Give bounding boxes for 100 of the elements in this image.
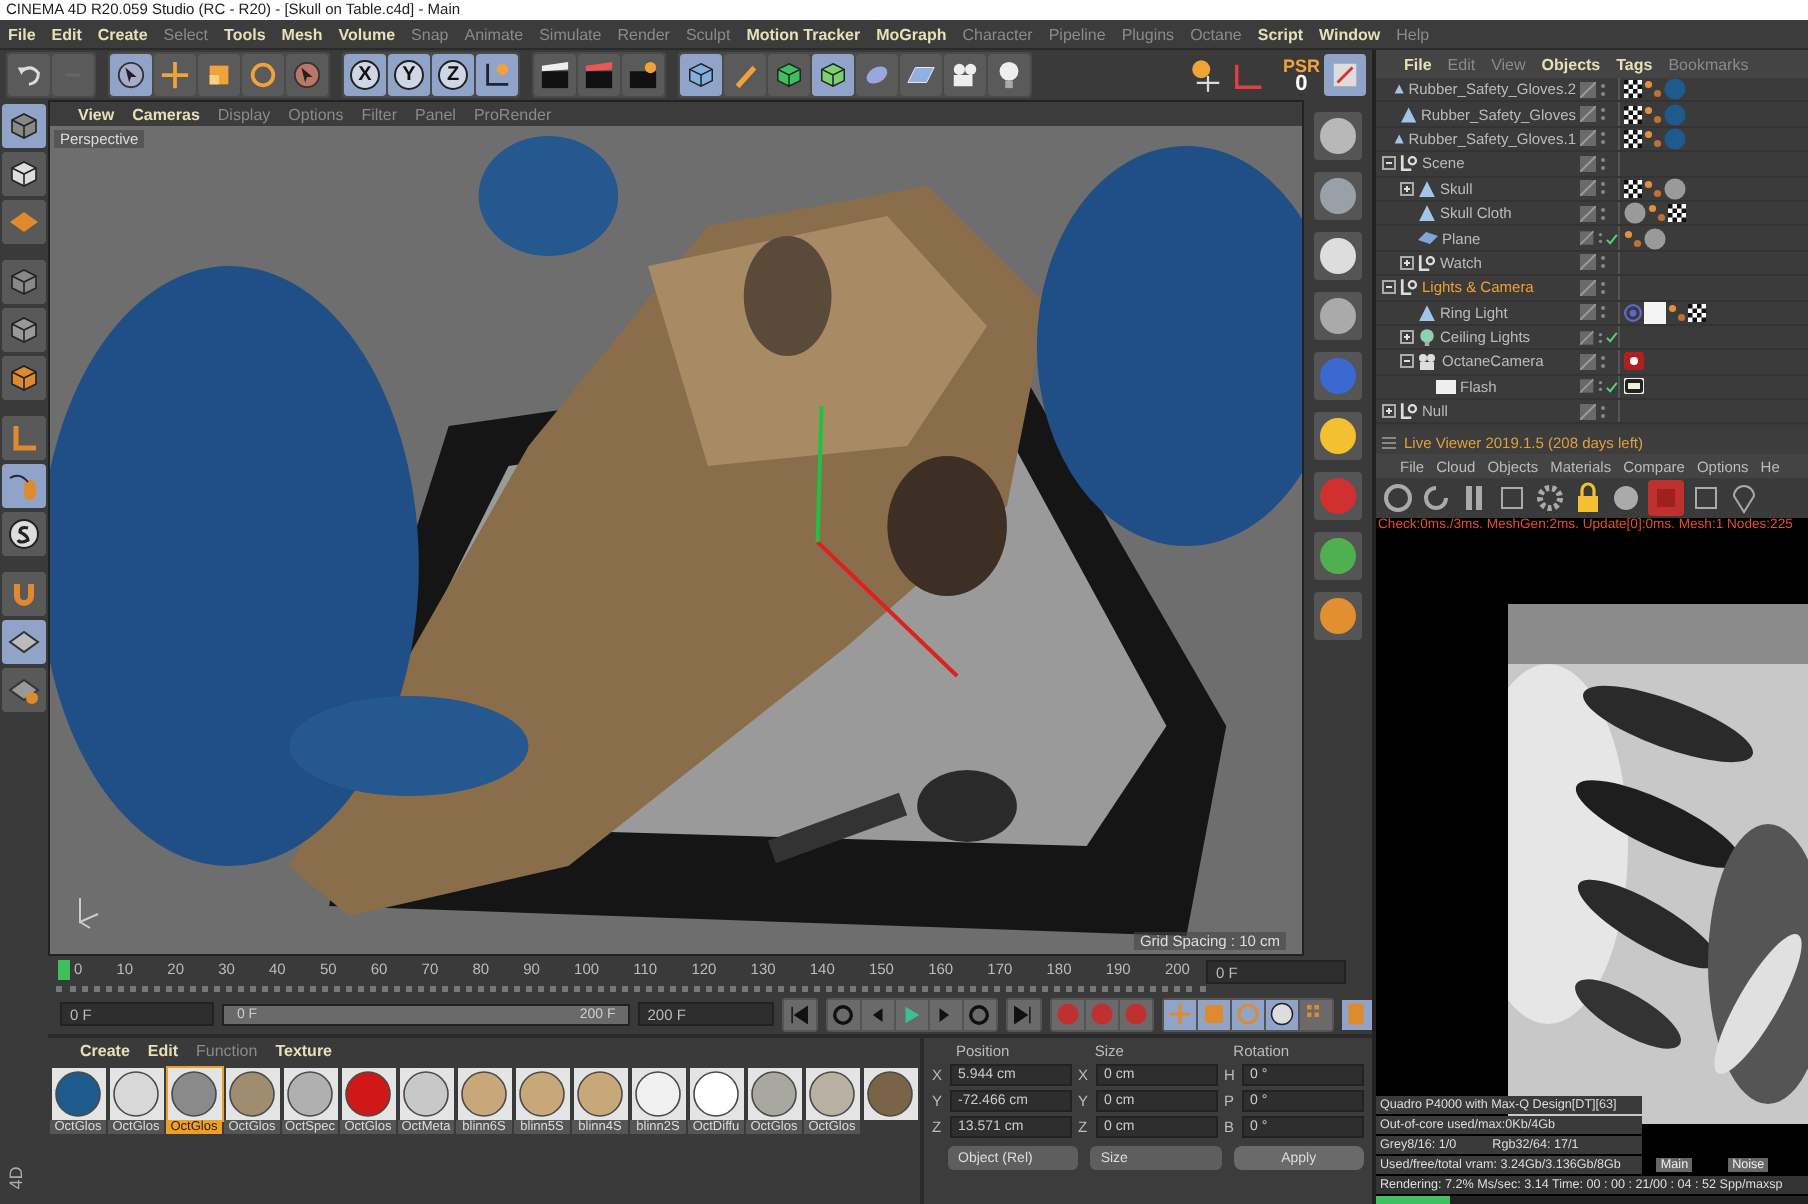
visibility-dots-icon[interactable] (1600, 155, 1606, 172)
clapperboard-icon[interactable] (628, 60, 658, 90)
checkmark-icon[interactable] (1606, 330, 1618, 345)
material-tag-icon[interactable] (1624, 202, 1646, 225)
layer-icon[interactable] (1580, 329, 1594, 346)
psr-indicator[interactable]: PSR 0 (1282, 57, 1320, 93)
phong-tag-icon[interactable] (1648, 204, 1666, 223)
axis-lock-button[interactable]: X (344, 54, 386, 96)
menu-item[interactable]: View (78, 105, 115, 123)
checkmark-icon[interactable] (1606, 231, 1618, 246)
panel-grip-icon[interactable] (1382, 435, 1396, 449)
visibility-dots-icon[interactable] (1600, 180, 1606, 197)
checkmark-icon[interactable] (1606, 379, 1618, 394)
menu-item[interactable]: Tags (1616, 55, 1653, 73)
material-ball-icon[interactable] (518, 1070, 566, 1118)
material-ball-icon[interactable] (170, 1070, 218, 1118)
flash-tag-icon[interactable] (1624, 378, 1644, 395)
collapse-toggle-icon[interactable] (1382, 156, 1396, 171)
menu-item[interactable]: Edit (147, 1042, 179, 1060)
light-tag-icon[interactable] (1644, 301, 1666, 324)
menu-item[interactable]: Script (1257, 25, 1304, 43)
material-ball-icon[interactable] (54, 1070, 102, 1118)
menu-item[interactable]: Cameras (132, 105, 200, 123)
settings-icon[interactable] (1534, 482, 1566, 514)
visibility-dots-icon[interactable] (1600, 81, 1606, 98)
menu-item[interactable]: Mesh (281, 25, 323, 43)
rotate-icon[interactable] (248, 60, 278, 90)
menu-item[interactable]: Objects (1541, 55, 1601, 73)
visibility-dots-icon[interactable] (1600, 279, 1606, 296)
visibility-dots-icon[interactable] (1600, 205, 1606, 222)
light-bulb-icon[interactable] (994, 60, 1024, 90)
material-tag-icon[interactable] (1644, 227, 1666, 250)
skip-back-icon[interactable] (788, 1003, 811, 1025)
checkered-cube-icon[interactable] (8, 158, 40, 190)
visibility-dots-icon[interactable] (1597, 329, 1603, 346)
menu-item[interactable]: Volume (338, 25, 396, 43)
layer-icon[interactable] (1580, 81, 1596, 98)
menu-item[interactable]: Create (97, 25, 148, 43)
menu-item[interactable]: File (1404, 55, 1432, 73)
skip-forward-icon[interactable] (1012, 1003, 1035, 1025)
snap-icon[interactable] (8, 518, 40, 550)
layer-icon[interactable] (1580, 353, 1596, 370)
menu-item[interactable]: Motion Tracker (746, 25, 861, 43)
layer-icon[interactable] (1580, 130, 1596, 147)
material-ball-icon[interactable] (286, 1070, 334, 1118)
layer-icon[interactable] (1580, 403, 1596, 420)
visibility-dots-icon[interactable] (1600, 403, 1606, 420)
visibility-dots-icon[interactable] (1600, 353, 1606, 370)
layer-icon[interactable] (1580, 378, 1594, 395)
phong-tag-icon[interactable] (1644, 129, 1662, 148)
visibility-dots-icon[interactable] (1597, 378, 1603, 395)
collapse-toggle-icon[interactable] (1400, 354, 1414, 369)
phong-tag-icon[interactable] (1644, 80, 1662, 99)
checker-tag-icon[interactable] (1668, 204, 1686, 223)
coordinate-system-icon[interactable] (482, 60, 512, 90)
material-ball-icon[interactable] (460, 1070, 508, 1118)
material-ball-icon[interactable] (634, 1070, 682, 1118)
visibility-dots-icon[interactable] (1600, 130, 1606, 147)
cube-icon[interactable] (8, 314, 40, 346)
current-frame-marker[interactable] (58, 960, 70, 980)
menu-item[interactable]: MoGraph (876, 25, 947, 43)
collapse-toggle-icon[interactable] (1382, 280, 1396, 295)
material-ball-icon[interactable] (808, 1070, 856, 1118)
material-tag-icon[interactable] (1664, 177, 1686, 200)
layer-icon[interactable] (1580, 205, 1596, 222)
play-icon[interactable] (900, 1003, 923, 1025)
expand-toggle-icon[interactable] (1400, 255, 1414, 270)
expand-toggle-icon[interactable] (1382, 404, 1396, 419)
grid-icon[interactable] (8, 674, 40, 706)
scale-icon[interactable] (204, 60, 234, 90)
visibility-dots-icon[interactable] (1600, 304, 1606, 321)
pen-icon[interactable] (730, 60, 760, 90)
phong-tag-icon[interactable] (1644, 179, 1662, 198)
expand-toggle-icon[interactable] (1400, 330, 1414, 345)
axis-lock-button[interactable]: Y (388, 54, 430, 96)
clapperboard-icon[interactable] (540, 60, 570, 90)
layer-icon[interactable] (1580, 279, 1596, 296)
camera-icon[interactable] (950, 60, 980, 90)
layer-icon[interactable] (1580, 155, 1596, 172)
sphere-icon[interactable] (1610, 482, 1642, 514)
layer-icon[interactable] (1580, 254, 1596, 271)
refresh-icon[interactable] (1420, 482, 1452, 514)
expand-toggle-icon[interactable] (1400, 181, 1414, 196)
grid-icon[interactable] (8, 626, 40, 658)
checker-tag-icon[interactable] (1624, 129, 1642, 148)
undo-icon[interactable] (14, 60, 44, 90)
material-ball-icon[interactable] (750, 1070, 798, 1118)
checker-tag-icon[interactable] (1624, 105, 1642, 124)
menu-item[interactable]: Tools (224, 25, 266, 43)
menu-item[interactable]: File (8, 25, 36, 43)
cube-icon[interactable] (8, 266, 40, 298)
cube-icon[interactable] (8, 362, 40, 394)
visibility-dots-icon[interactable] (1597, 230, 1603, 247)
material-ball-icon[interactable] (576, 1070, 624, 1118)
checker-tag-icon[interactable] (1688, 303, 1706, 322)
magnet-icon[interactable] (8, 578, 40, 610)
layer-icon[interactable] (1580, 304, 1596, 321)
lock-icon[interactable] (1572, 482, 1604, 514)
checker-tag-icon[interactable] (1624, 179, 1642, 198)
material-ball-icon[interactable] (402, 1070, 450, 1118)
